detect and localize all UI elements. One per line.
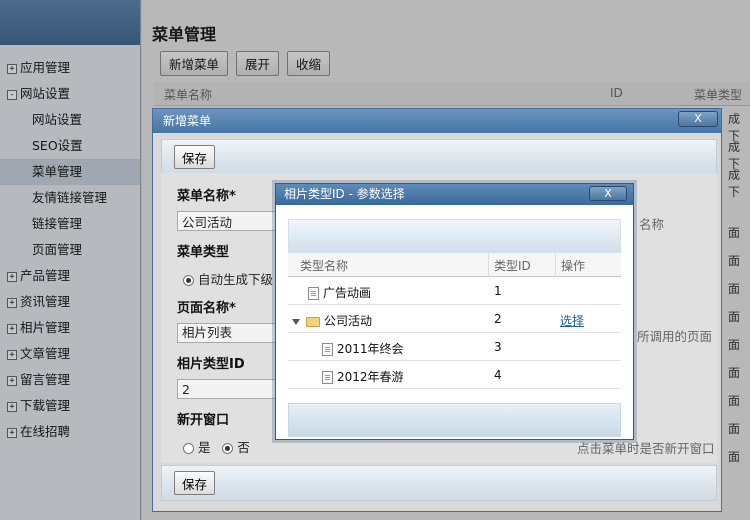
type-id: 1 xyxy=(494,284,502,298)
page-hint: 所调用的页面 xyxy=(637,329,713,344)
radio-checked-icon[interactable] xyxy=(183,275,194,286)
menu-name-hint: 名称 xyxy=(639,217,665,232)
page-name-label: 页面名称* xyxy=(177,301,236,316)
document-icon xyxy=(322,371,333,384)
close-dialog-button[interactable]: X xyxy=(678,111,718,127)
no-label: 否 xyxy=(237,440,250,455)
grid-footer xyxy=(288,403,621,437)
grid-toolbar xyxy=(288,219,621,253)
column-header-type-id[interactable]: 类型ID xyxy=(494,257,531,274)
top-action-bar: 保存 xyxy=(161,139,717,175)
column-divider xyxy=(555,253,556,277)
document-icon xyxy=(322,343,333,356)
menu-type-label: 菜单类型 xyxy=(177,245,230,260)
type-id: 3 xyxy=(494,340,502,354)
menu-type-radio-auto[interactable]: 自动生成下级 xyxy=(183,269,273,288)
radio-unchecked-icon[interactable] xyxy=(183,443,194,454)
close-dialog-button[interactable]: X xyxy=(589,186,627,201)
document-icon xyxy=(308,287,319,300)
bottom-action-bar: 保存 xyxy=(161,465,717,501)
yes-label: 是 xyxy=(197,440,211,455)
type-name-cell: 广告动画 xyxy=(308,284,371,301)
column-header-type-name[interactable]: 类型名称 xyxy=(300,257,348,274)
type-name: 广告动画 xyxy=(323,286,372,300)
type-id: 2 xyxy=(494,312,502,326)
column-divider xyxy=(488,253,489,277)
type-name-cell: 公司活动 xyxy=(292,312,372,329)
folder-icon xyxy=(306,316,320,327)
table-row[interactable]: 2012年春游 4 xyxy=(288,361,621,389)
table-row[interactable]: 公司活动 2 选择 xyxy=(288,305,621,333)
type-name-cell: 2012年春游 xyxy=(322,368,404,385)
save-button-bottom[interactable]: 保存 xyxy=(174,471,216,495)
grid-header: 类型名称 类型ID 操作 xyxy=(288,253,621,277)
new-window-hint: 点击菜单时是否新开窗口 xyxy=(577,441,715,456)
table-row[interactable]: 2011年终会 3 xyxy=(288,333,621,361)
menu-name-label: 菜单名称* xyxy=(177,189,236,204)
save-button[interactable]: 保存 xyxy=(174,145,216,169)
type-name: 公司活动 xyxy=(324,314,373,328)
new-window-label: 新开窗口 xyxy=(177,413,230,428)
photo-type-id-label: 相片类型ID xyxy=(177,357,245,372)
type-name: 2012年春游 xyxy=(337,370,404,384)
column-header-action[interactable]: 操作 xyxy=(561,257,585,274)
param-select-dialog: 相片类型ID - 参数选择 X 类型名称 类型ID 操作 广告动画 1 公司活动… xyxy=(275,183,634,440)
new-window-radio-group: 是 否 xyxy=(183,437,250,456)
radio-checked-icon[interactable] xyxy=(222,443,234,454)
select-link[interactable]: 选择 xyxy=(560,312,584,329)
type-name-cell: 2011年终会 xyxy=(322,340,404,357)
type-name: 2011年终会 xyxy=(337,342,404,356)
dialog-title: 新增菜单 xyxy=(153,109,721,133)
table-row[interactable]: 广告动画 1 xyxy=(288,277,621,305)
menu-type-option-label: 自动生成下级 xyxy=(197,272,273,287)
dialog-title: 相片类型ID - 参数选择 xyxy=(276,184,633,205)
tree-expand-icon[interactable] xyxy=(292,318,300,325)
photo-type-grid: 类型名称 类型ID 操作 广告动画 1 公司活动 2 选择 2011年终会 3 … xyxy=(288,219,621,437)
type-id: 4 xyxy=(494,368,502,382)
